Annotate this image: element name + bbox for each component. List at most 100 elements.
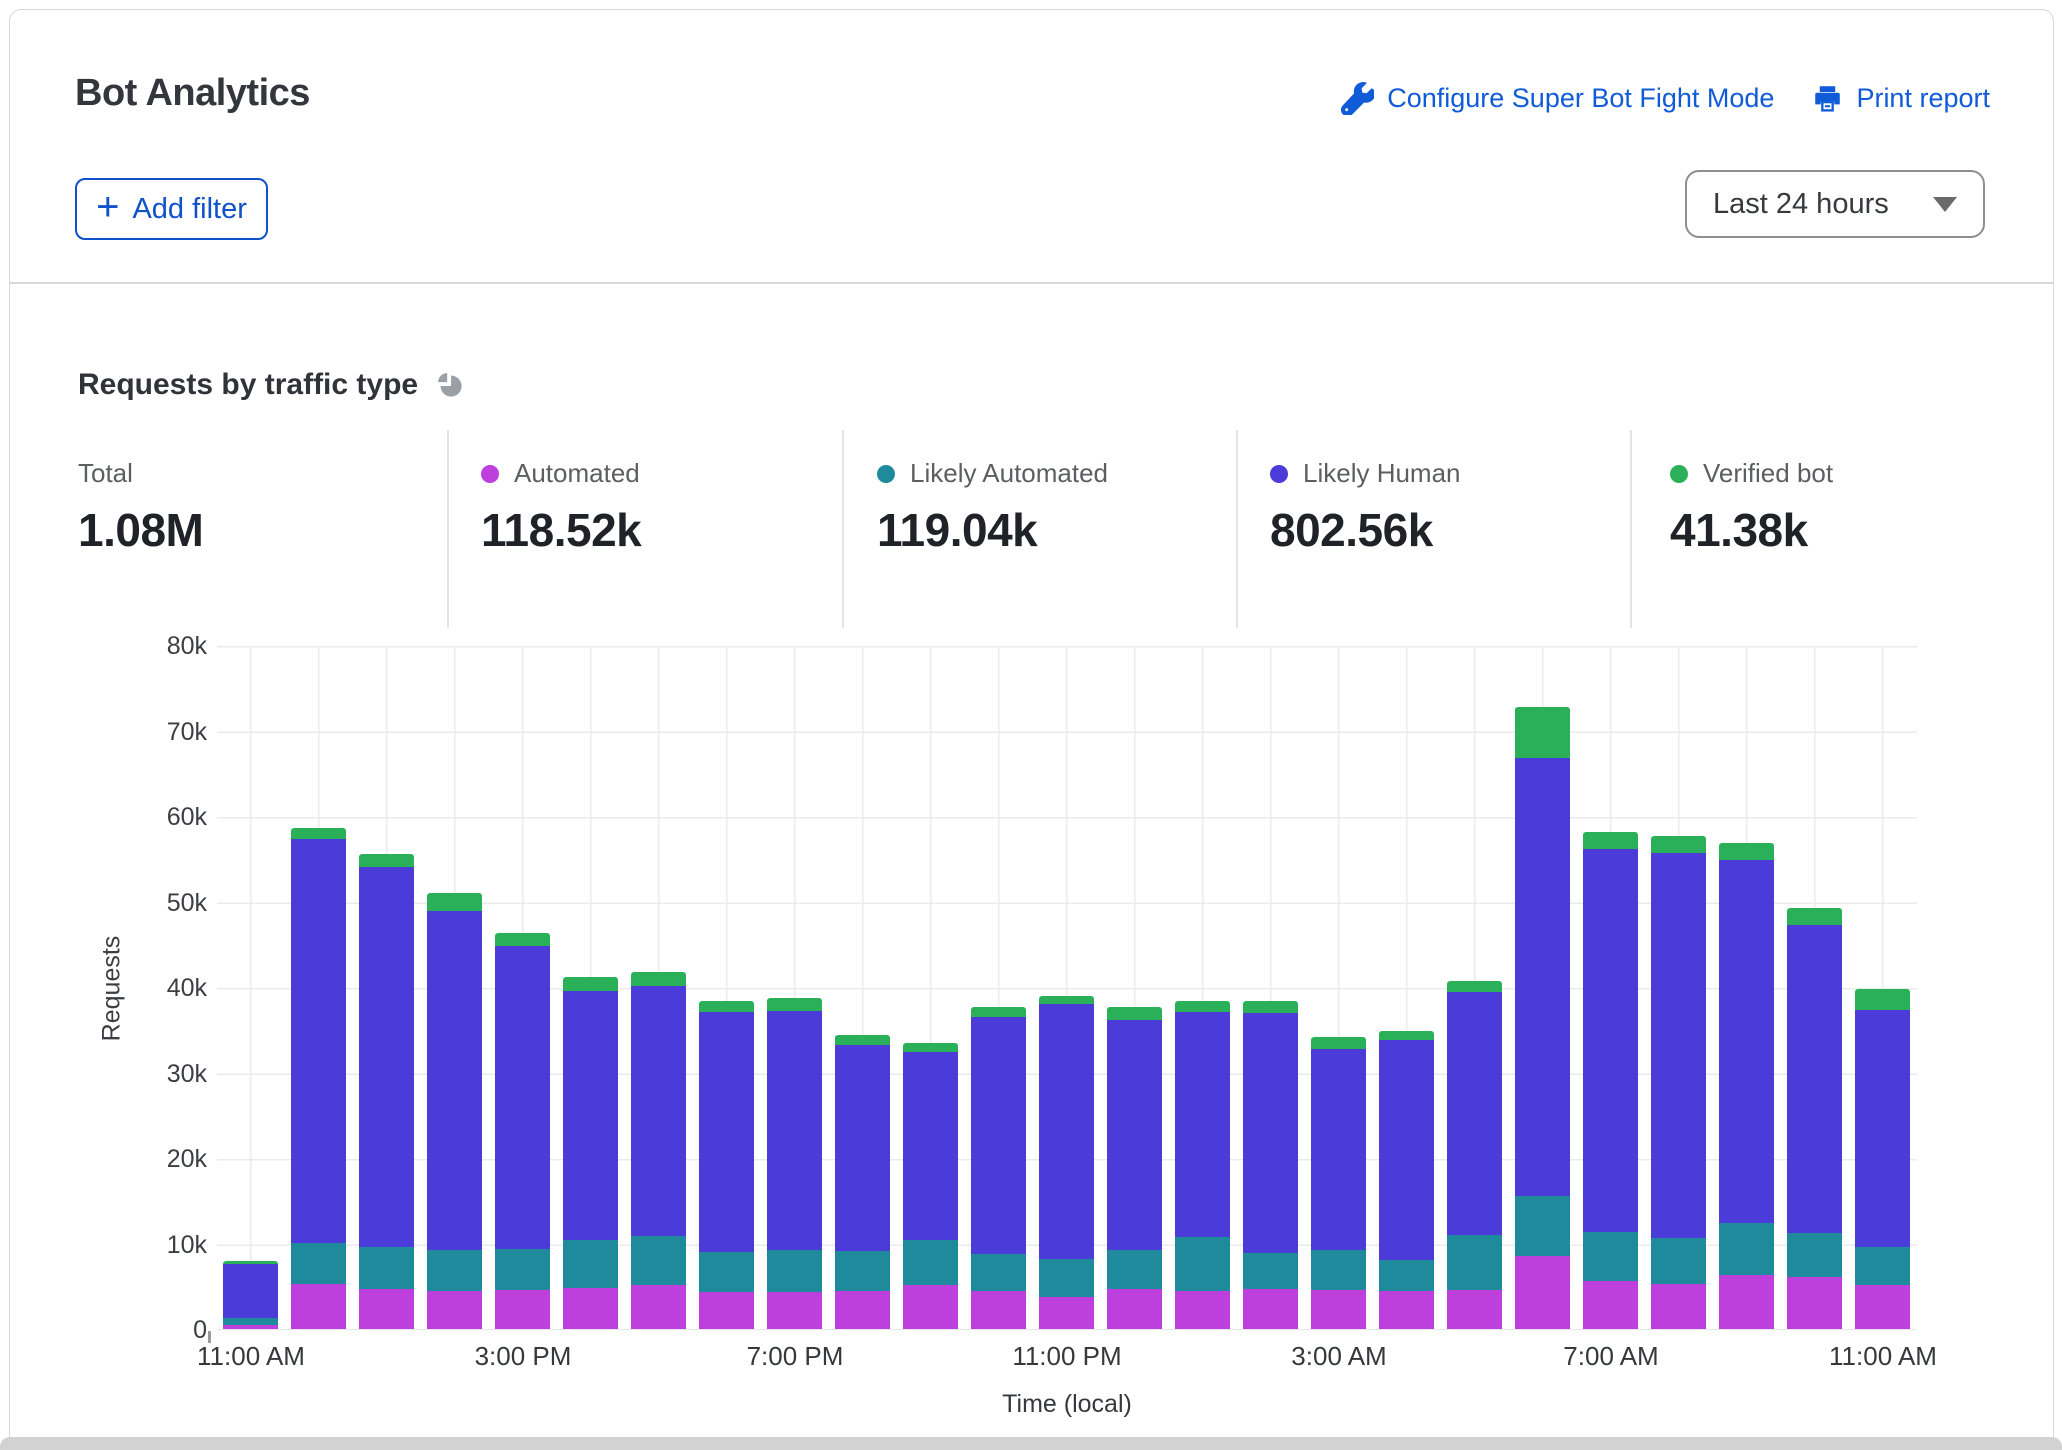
bar-segment-automated [495, 1289, 550, 1329]
bar-segment-verified-bot [1719, 842, 1774, 860]
stat-value: 118.52k [481, 504, 642, 556]
bar-segment-verified-bot [903, 1043, 958, 1052]
stat-value: 119.04k [877, 504, 1038, 556]
wrench-icon [1341, 82, 1375, 115]
bar-segment-automated [1379, 1290, 1434, 1329]
bar-segment-likely-human [1243, 1012, 1298, 1253]
bar-segment-likely-human [1855, 1010, 1910, 1247]
bar-segment-likely-human [1447, 992, 1502, 1235]
bar-segment-likely-human [1787, 924, 1842, 1234]
stacked-bar[interactable] [971, 1006, 1026, 1329]
stacked-bar[interactable] [359, 853, 414, 1329]
bar-segment-likely-human [1311, 1049, 1366, 1251]
stacked-bar[interactable] [427, 892, 482, 1329]
stacked-bar[interactable] [1243, 1000, 1298, 1329]
stat-likely-human: Likely Human 802.56k [1270, 458, 1461, 557]
stacked-bar[interactable] [1311, 1036, 1366, 1329]
bar-segment-likely-automated [1855, 1246, 1910, 1286]
stacked-bar[interactable] [1651, 835, 1706, 1329]
x-tick-label: 11:00 AM [197, 1341, 305, 1371]
stacked-bar[interactable] [291, 828, 346, 1329]
legend-dot [481, 464, 499, 483]
stacked-bar[interactable] [1039, 995, 1094, 1329]
bar-segment-likely-human [291, 839, 346, 1243]
y-tick-label: 20k [166, 1145, 207, 1173]
bar-segment-likely-automated [359, 1246, 414, 1289]
stacked-bar[interactable] [223, 1261, 278, 1329]
x-tick-label: 7:00 PM [746, 1341, 844, 1371]
bar-segment-likely-human [1039, 1004, 1094, 1259]
y-tick-label: 30k [166, 1059, 207, 1088]
bar-segment-automated [1583, 1281, 1638, 1329]
x-tick-label: 11:00 PM [1012, 1341, 1122, 1371]
stacked-bar[interactable] [1855, 988, 1910, 1329]
print-link-label: Print report [1856, 83, 1990, 113]
bar-segment-automated [1447, 1289, 1502, 1329]
header-divider [9, 282, 2053, 284]
stacked-bar[interactable] [1719, 842, 1774, 1329]
stacked-bar[interactable] [1447, 981, 1502, 1329]
stacked-bar[interactable] [1583, 832, 1638, 1329]
time-range-value: Last 24 hours [1713, 187, 1889, 220]
x-tick-label: 3:00 PM [474, 1341, 572, 1371]
bar-segment-automated [563, 1287, 618, 1329]
bar-segment-verified-bot [1855, 988, 1910, 1011]
bar-segment-likely-human [1515, 757, 1570, 1197]
bar-segment-likely-human [1175, 1011, 1230, 1237]
stacked-bar[interactable] [835, 1034, 890, 1329]
bar-segment-verified-bot [835, 1034, 890, 1046]
bar-segment-automated [971, 1290, 1026, 1329]
stacked-bar[interactable] [1787, 908, 1842, 1329]
stacked-bar[interactable] [699, 1000, 754, 1329]
legend-dot [1270, 464, 1288, 483]
bar-segment-likely-human [1379, 1040, 1434, 1260]
bar-segment-automated [223, 1324, 278, 1329]
stacked-bar[interactable] [1515, 707, 1570, 1329]
bar-segment-likely-human [835, 1045, 890, 1252]
stat-label-text: Automated [514, 458, 640, 488]
time-range-select[interactable]: Last 24 hours [1685, 170, 1985, 238]
stats-divider [1236, 430, 1238, 628]
bar-segment-likely-automated [495, 1248, 550, 1290]
bar-segment-likely-automated [971, 1253, 1026, 1291]
stacked-bar[interactable] [767, 998, 822, 1329]
bar-segment-verified-bot [1039, 995, 1094, 1005]
bar-segment-automated [1515, 1256, 1570, 1329]
pie-chart-icon [438, 372, 462, 397]
bar-segment-likely-automated [767, 1250, 822, 1293]
bar-segment-likely-automated [1039, 1258, 1094, 1298]
bar-segment-likely-automated [1651, 1237, 1706, 1284]
y-tick-label: 70k [166, 717, 207, 746]
stat-value: 41.38k [1670, 504, 1808, 556]
bar-segment-likely-human [971, 1016, 1026, 1254]
bar-segment-verified-bot [767, 998, 822, 1011]
stacked-bar[interactable] [1379, 1030, 1434, 1329]
stacked-bar[interactable] [631, 971, 686, 1329]
bar-segment-likely-human [427, 910, 482, 1251]
bar-segment-automated [699, 1292, 754, 1329]
bar-segment-automated [1243, 1288, 1298, 1329]
stacked-bar[interactable] [903, 1043, 958, 1329]
bar-segment-likely-automated [1515, 1196, 1570, 1257]
bar-segment-likely-automated [835, 1251, 890, 1292]
stat-automated: Automated 118.52k [481, 458, 642, 557]
bar-segment-likely-automated [903, 1240, 958, 1285]
stacked-bar[interactable] [495, 933, 550, 1329]
bar-segment-likely-automated [1447, 1234, 1502, 1290]
stat-label: Likely Automated [877, 458, 1108, 489]
print-report-link[interactable]: Print report [1812, 83, 1990, 114]
stacked-bar[interactable] [1107, 1006, 1162, 1329]
chevron-down-icon [1933, 196, 1957, 212]
bar-segment-verified-bot [1175, 1000, 1230, 1012]
stat-label: Automated [481, 458, 641, 489]
bar-segment-verified-bot [631, 971, 686, 987]
add-filter-button[interactable]: + Add filter [75, 178, 268, 240]
stat-label: Verified bot [1670, 458, 1833, 489]
bar-segment-verified-bot [563, 976, 618, 992]
configure-super-bot-fight-mode-link[interactable]: Configure Super Bot Fight Mode [1341, 82, 1774, 115]
stat-label: Likely Human [1270, 458, 1461, 489]
bar-segment-likely-human [903, 1052, 958, 1241]
stacked-bar[interactable] [1175, 1000, 1230, 1329]
y-tick-label: 10k [166, 1230, 207, 1259]
stacked-bar[interactable] [563, 976, 618, 1329]
